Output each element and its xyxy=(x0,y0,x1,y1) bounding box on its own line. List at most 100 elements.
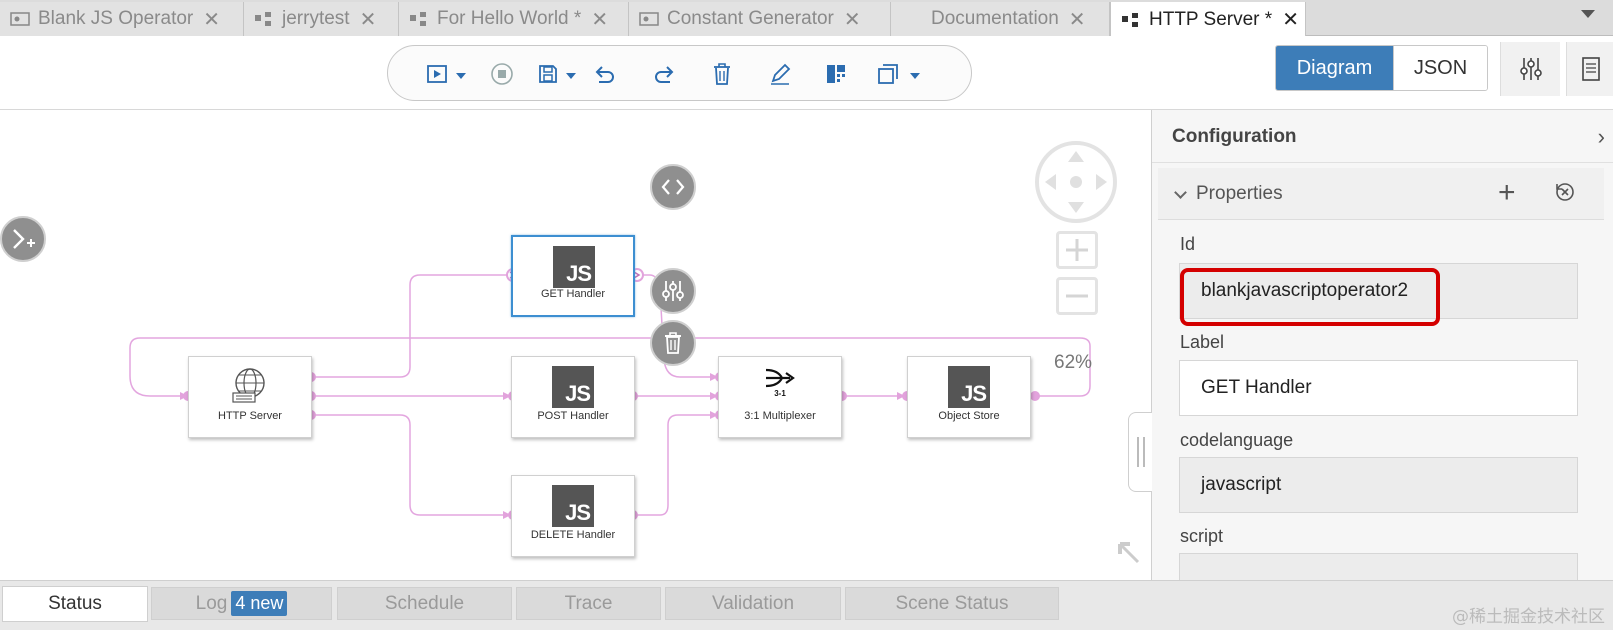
add-port-button[interactable] xyxy=(0,216,46,262)
annotation-highlight-box xyxy=(1180,268,1440,326)
configuration-header: Configuration › xyxy=(1152,110,1613,163)
tab-http-server[interactable]: HTTP Server * ✕ xyxy=(1110,2,1306,37)
javascript-icon: JS xyxy=(948,366,990,408)
properties-section-header[interactable]: Properties + xyxy=(1158,168,1604,220)
tab-scene-status[interactable]: Scene Status xyxy=(845,587,1059,620)
view-toggle: Diagram JSON xyxy=(1275,45,1488,91)
node-object-store[interactable]: JS Object Store xyxy=(907,356,1031,438)
save-dropdown-icon[interactable] xyxy=(566,73,576,79)
minus-icon xyxy=(1066,294,1088,298)
zoom-in-button[interactable] xyxy=(1056,231,1098,269)
label-field[interactable]: GET Handler xyxy=(1179,360,1578,416)
tab-label: HTTP Server * xyxy=(1149,8,1273,30)
operator-icon xyxy=(10,11,30,27)
tab-label: Scene Status xyxy=(895,592,1009,614)
close-icon[interactable]: ✕ xyxy=(360,7,377,32)
tab-label: Schedule xyxy=(384,592,465,614)
delete-icon[interactable] xyxy=(706,58,738,90)
tab-overflow-icon[interactable] xyxy=(1581,10,1595,18)
close-icon[interactable]: ✕ xyxy=(1282,7,1299,32)
tab-label: jerrytest xyxy=(282,8,350,29)
tab-log[interactable]: Log 4 new xyxy=(151,587,332,620)
tab-schedule[interactable]: Schedule xyxy=(337,587,512,620)
chevron-down-icon[interactable] xyxy=(1174,186,1187,199)
multiplexer-badge: 3-1 xyxy=(774,389,786,398)
bottom-panel-tabs: Status Log 4 new Schedule Trace Validati… xyxy=(0,580,1613,630)
connection-line[interactable] xyxy=(311,274,511,378)
node-post-handler[interactable]: JS POST Handler xyxy=(511,356,635,438)
node-label: Object Store xyxy=(938,410,1000,422)
tab-validation[interactable]: Validation xyxy=(665,587,841,620)
tab-label: Documentation xyxy=(931,8,1059,29)
connection-line[interactable] xyxy=(633,414,718,516)
edit-icon[interactable] xyxy=(764,58,796,90)
tab-label: Status xyxy=(48,593,102,614)
node-delete-handler[interactable]: JS DELETE Handler xyxy=(511,475,635,557)
redo-icon[interactable] xyxy=(648,58,680,90)
node-label: GET Handler xyxy=(541,288,605,300)
add-property-icon[interactable]: + xyxy=(1498,176,1516,210)
node-multiplexer[interactable]: 3-1 3:1 Multiplexer xyxy=(718,356,842,438)
tab-documentation[interactable]: Documentation ✕ xyxy=(891,2,1110,36)
zoom-out-button[interactable] xyxy=(1056,277,1098,315)
fit-to-screen-icon[interactable] xyxy=(1116,540,1142,571)
javascript-icon: JS xyxy=(552,366,594,408)
group-dropdown-icon[interactable] xyxy=(910,73,920,79)
node-label: HTTP Server xyxy=(218,410,282,422)
diagram-view-button[interactable]: Diagram xyxy=(1276,46,1393,90)
tab-trace[interactable]: Trace xyxy=(516,587,661,620)
multiplexer-icon xyxy=(765,368,795,388)
pan-arrows-icon xyxy=(1045,151,1107,213)
javascript-icon: JS xyxy=(552,485,594,527)
close-icon[interactable]: ✕ xyxy=(591,7,608,32)
tab-status[interactable]: Status xyxy=(2,586,148,622)
close-icon[interactable]: ✕ xyxy=(844,7,861,32)
panel-splitter-handle[interactable] xyxy=(1128,412,1152,492)
sliders-icon xyxy=(1519,58,1542,80)
save-icon[interactable] xyxy=(532,58,564,90)
editor-tab-bar: Blank JS Operator ✕ jerrytest ✕ For Hell… xyxy=(0,0,1613,37)
field-label-script: script xyxy=(1180,526,1224,546)
watermark: @稀土掘金技术社区 xyxy=(1452,607,1605,627)
script-field[interactable] xyxy=(1179,553,1578,580)
open-script-button[interactable] xyxy=(650,164,696,210)
layout-icon[interactable] xyxy=(820,58,852,90)
document-panel-toggle[interactable] xyxy=(1566,42,1613,96)
group-icon[interactable] xyxy=(872,58,904,90)
node-http-server[interactable]: HTTP Server xyxy=(188,356,312,438)
run-dropdown-icon[interactable] xyxy=(456,73,466,79)
configuration-panel: Configuration › Properties + Id blankjav… xyxy=(1152,110,1613,580)
field-label-codelanguage: codelanguage xyxy=(1180,430,1294,450)
tab-for-hello-world[interactable]: For Hello World * ✕ xyxy=(399,2,629,36)
tab-label: For Hello World * xyxy=(437,8,582,29)
globe-server-icon xyxy=(232,368,265,403)
json-view-button[interactable]: JSON xyxy=(1393,46,1487,90)
connection-line[interactable] xyxy=(311,414,511,516)
close-panel-icon[interactable]: › xyxy=(1598,124,1605,150)
node-get-handler[interactable]: JS GET Handler xyxy=(511,235,635,317)
tab-label: Blank JS Operator xyxy=(38,8,194,29)
section-title: Properties xyxy=(1196,183,1283,204)
node-label: 3:1 Multiplexer xyxy=(744,410,816,422)
node-label: POST Handler xyxy=(537,410,609,422)
tab-jerrytest[interactable]: jerrytest ✕ xyxy=(244,2,399,36)
undo-icon[interactable] xyxy=(589,58,621,90)
graph-toolbar xyxy=(387,45,972,101)
tab-label: Log xyxy=(195,592,228,614)
graph-canvas[interactable]: HTTP Server JS GET Handler JS POST Handl… xyxy=(0,110,1152,580)
run-icon[interactable] xyxy=(421,58,453,90)
add-port-icon xyxy=(13,229,35,249)
close-icon[interactable]: ✕ xyxy=(1069,7,1086,32)
node-config-button[interactable] xyxy=(650,268,696,314)
pan-navigator[interactable] xyxy=(1035,141,1117,223)
configuration-panel-toggle[interactable] xyxy=(1500,42,1560,96)
operator-icon xyxy=(639,11,659,27)
codelanguage-field[interactable]: javascript xyxy=(1179,457,1578,513)
tab-constant-generator[interactable]: Constant Generator ✕ xyxy=(629,2,891,36)
delete-node-button[interactable] xyxy=(650,320,696,366)
close-icon[interactable]: ✕ xyxy=(203,7,220,32)
tab-blank-js-operator[interactable]: Blank JS Operator ✕ xyxy=(0,2,244,36)
toolbar-row: Diagram JSON xyxy=(0,36,1613,110)
tab-label: Trace xyxy=(564,592,613,614)
reset-icon[interactable] xyxy=(1553,180,1577,209)
